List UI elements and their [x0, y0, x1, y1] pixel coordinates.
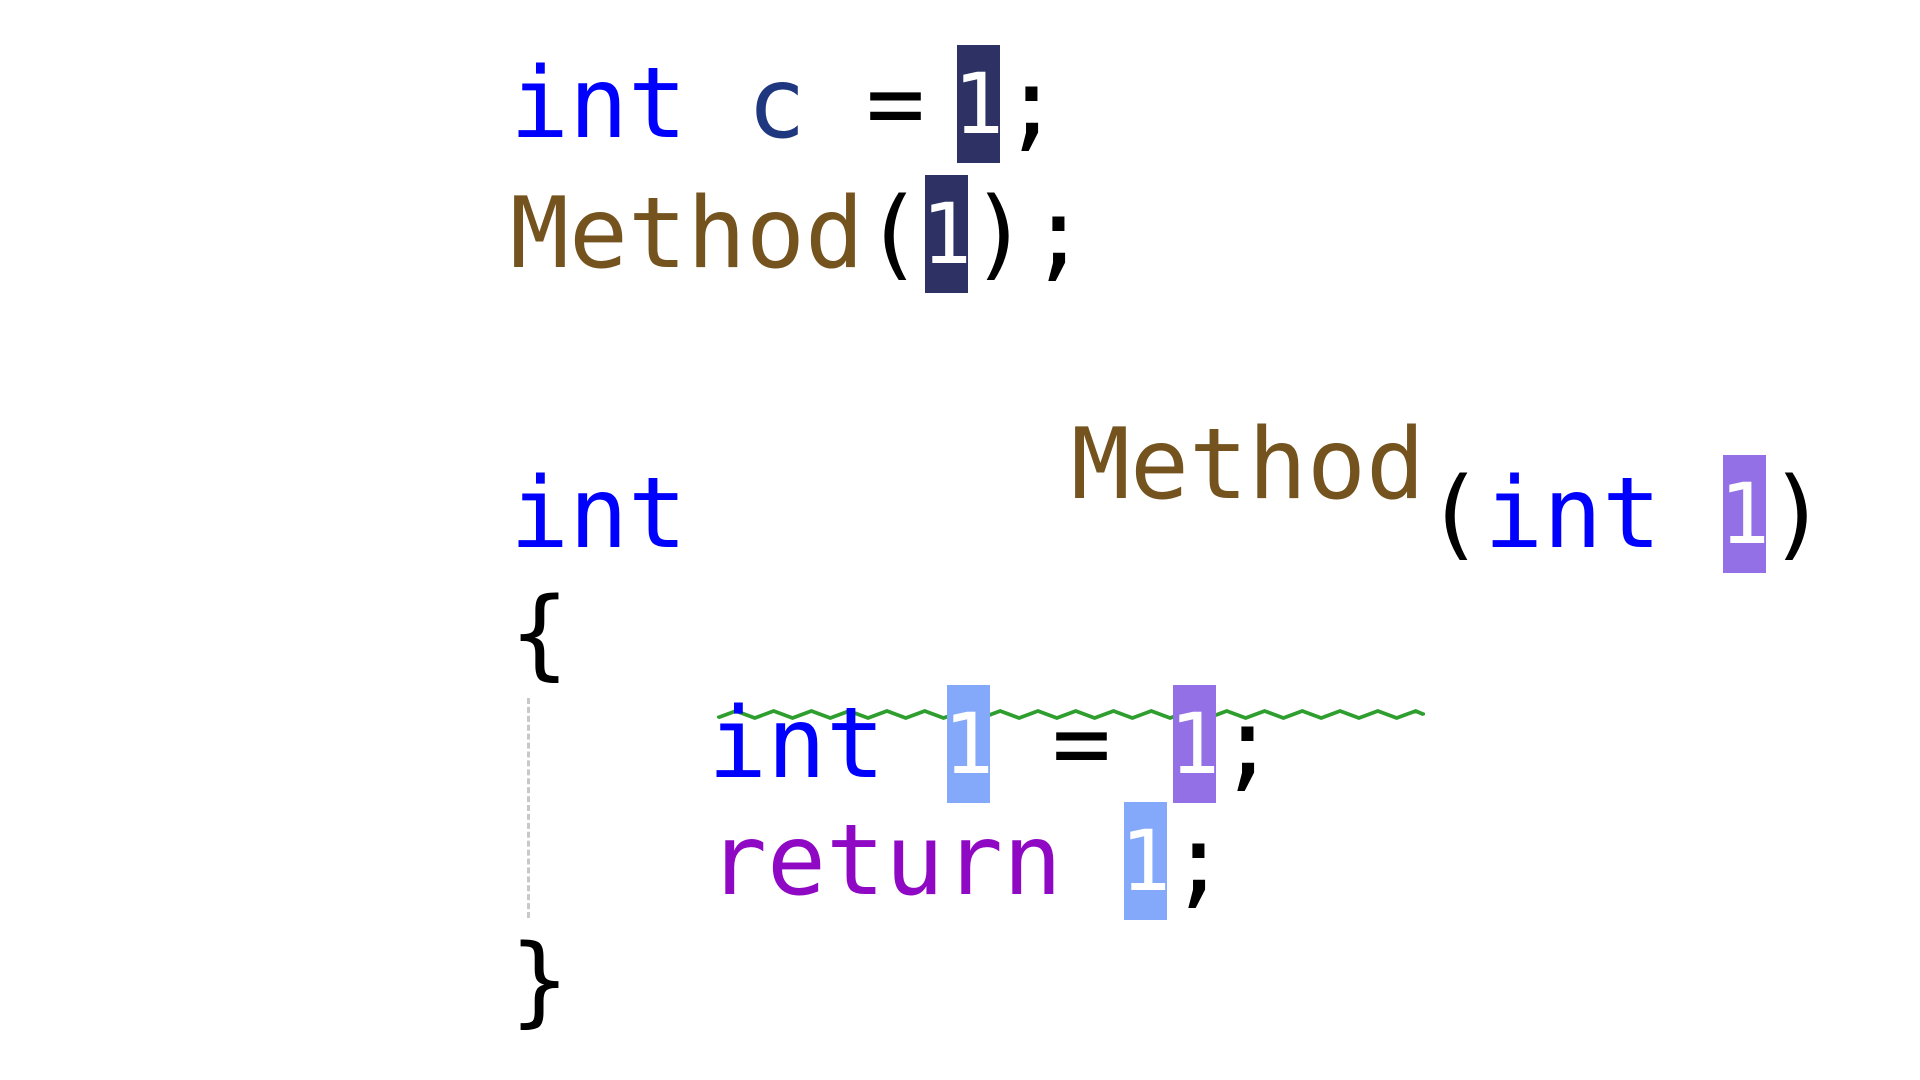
- code-line-3[interactable]: int Method ( int 1 ): [510, 416, 1828, 720]
- method-declaration[interactable]: Method: [717, 318, 1426, 720]
- keyword-int: int: [510, 457, 688, 571]
- code-line-6[interactable]: return 1 ;: [708, 802, 1228, 920]
- open-paren: (: [1425, 457, 1485, 571]
- code-editor[interactable]: int c = 1 ; Method ( 1 ); int Method ( i…: [0, 0, 1920, 1080]
- close-brace: }: [510, 924, 570, 1038]
- code-line-7[interactable]: }: [510, 922, 569, 1040]
- keyword-int: int: [510, 47, 688, 161]
- semicolon: ;: [1169, 804, 1229, 918]
- indent-guide: [527, 698, 530, 918]
- inline-hint[interactable]: 1: [1120, 802, 1171, 920]
- inline-hint[interactable]: 1: [953, 45, 1004, 163]
- open-brace: {: [510, 577, 570, 691]
- method-name: Method: [1071, 408, 1426, 522]
- operator-equals: =: [1052, 687, 1112, 801]
- inline-hint[interactable]: 1: [1169, 685, 1220, 803]
- open-paren: (: [864, 177, 924, 291]
- semicolon: ;: [1218, 687, 1278, 801]
- param-type-int: int: [1484, 457, 1662, 571]
- keyword-int: int: [708, 687, 886, 801]
- keyword-return: return: [708, 804, 1063, 918]
- close-paren: ): [1768, 457, 1828, 571]
- code-line-1[interactable]: int c = 1 ;: [510, 45, 1061, 163]
- inline-hint[interactable]: 1: [1719, 455, 1770, 573]
- close-paren-semicolon: );: [970, 177, 1089, 291]
- method-call: Method: [510, 177, 865, 291]
- semicolon: ;: [1002, 47, 1062, 161]
- code-line-4[interactable]: {: [510, 575, 569, 693]
- code-line-5[interactable]: int 1 = 1 ;: [708, 685, 1277, 803]
- inline-hint[interactable]: 1: [921, 175, 972, 293]
- code-line-2[interactable]: Method ( 1 );: [510, 175, 1088, 293]
- variable-c: c: [747, 47, 807, 161]
- inline-hint[interactable]: 1: [943, 685, 994, 803]
- operator-equals: =: [866, 47, 926, 161]
